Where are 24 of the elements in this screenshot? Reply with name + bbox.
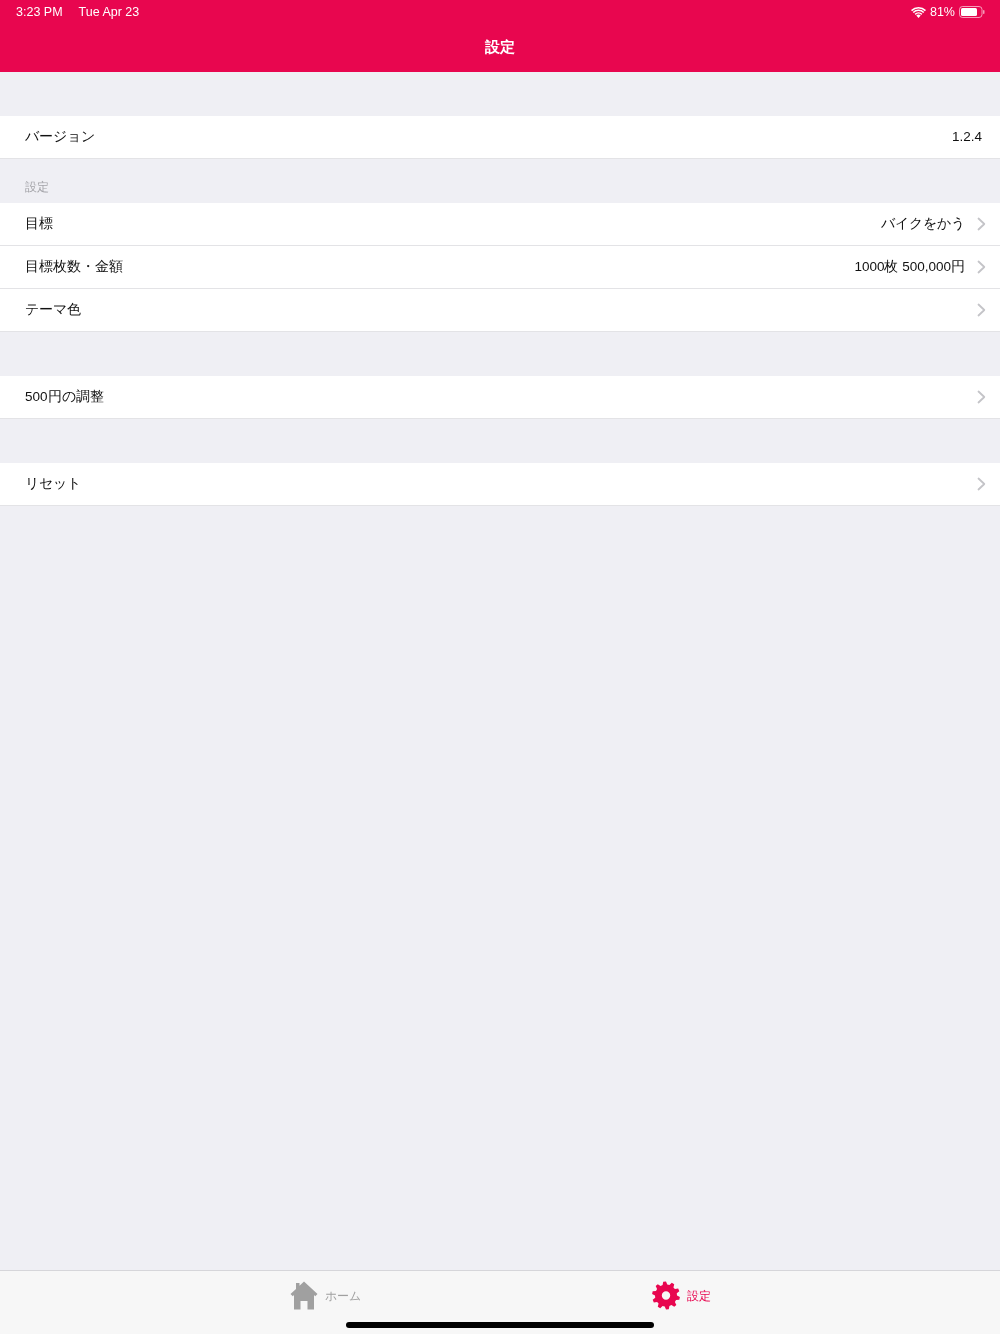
wifi-icon [910,6,926,18]
tab-item[interactable]: 設定 [651,1281,711,1310]
settings-row[interactable]: テーマ色 [0,289,1000,332]
row-value: 1.2.4 [951,127,982,146]
row-label: バージョン [25,127,96,146]
row-label: 目標 [25,214,54,233]
status-date: Tue Apr 23 [78,3,140,21]
battery-icon [959,6,985,18]
settings-row[interactable]: 目標枚数・金額 1000枚 500,000円 [0,246,1000,289]
settings-row[interactable]: リセット [0,463,1000,506]
row-label: テーマ色 [25,300,82,319]
row-label: リセット [25,474,82,493]
row-label: 目標枚数・金額 [25,257,124,276]
row-label: 500円の調整 [25,387,105,406]
house-icon [289,1281,318,1310]
section-header: 設定 [25,179,49,196]
settings-row[interactable]: 500円の調整 [0,376,1000,419]
screen-title: 設定 [485,38,515,58]
battery-percent: 81% [929,3,955,21]
row-value: バイクをかう [881,214,965,233]
settings-row[interactable]: 目標 バイクをかう [0,203,1000,246]
gear-icon [651,1281,680,1310]
status-time: 3:23 PM [16,3,63,21]
row-value: 1000枚 500,000円 [854,257,965,276]
